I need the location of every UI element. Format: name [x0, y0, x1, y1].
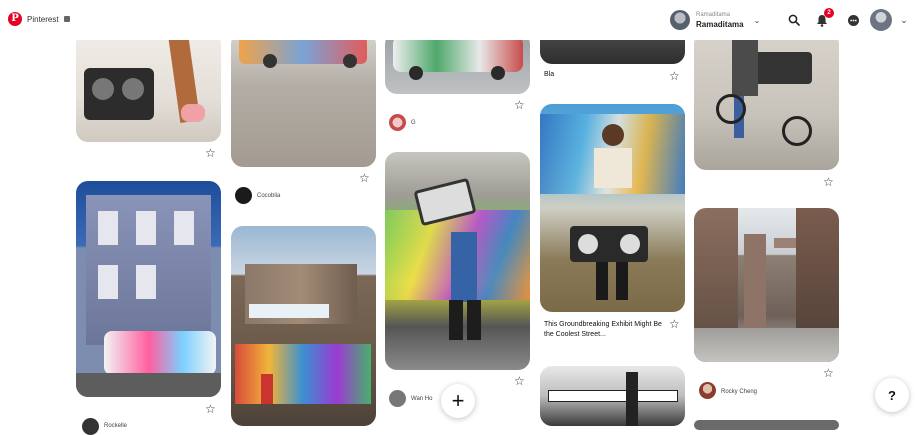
person-shape — [626, 372, 638, 426]
leg-shape — [467, 300, 481, 340]
person-shape — [732, 36, 758, 96]
pin-image-graffiti-van[interactable] — [385, 32, 530, 94]
window-shape — [136, 265, 156, 299]
pin-image-alley[interactable] — [694, 208, 839, 362]
save-pin-icon[interactable]: ☆ — [205, 147, 216, 159]
wheel-shape — [716, 94, 746, 124]
creator-avatar[interactable] — [699, 382, 716, 399]
pin-image-boombox-graffiti-wall[interactable] — [385, 152, 530, 370]
pin-title[interactable]: This Groundbreaking Exhibit Might Be the… — [544, 320, 664, 340]
leg-shape — [596, 262, 608, 300]
speaker-shape — [578, 234, 598, 254]
head-shape — [602, 124, 624, 146]
creator-name[interactable]: Wan Ho — [411, 396, 432, 402]
creator-name[interactable]: Rocky Cheng — [721, 389, 757, 395]
save-pin-icon[interactable]: ☆ — [205, 403, 216, 415]
sign-shape — [548, 390, 678, 402]
save-pin-icon[interactable]: ☆ — [669, 318, 680, 330]
building-shape — [744, 234, 766, 330]
wheel-shape — [782, 116, 812, 146]
street-shape — [694, 328, 839, 362]
pin-image-cutoff[interactable] — [694, 420, 839, 430]
sign-shape — [249, 304, 329, 318]
creator-avatar[interactable] — [389, 114, 406, 131]
avatar — [670, 10, 690, 30]
pinterest-logo-icon: P — [8, 12, 22, 26]
person-shape — [451, 232, 477, 302]
creator-name[interactable]: G — [411, 120, 416, 126]
save-pin-icon[interactable]: ☆ — [359, 172, 370, 184]
brand[interactable]: P Pinterest — [8, 12, 70, 26]
boombox-shape — [752, 52, 812, 84]
help-button[interactable]: ? — [875, 378, 909, 412]
add-pin-button[interactable]: + — [441, 384, 475, 418]
bridge-shape — [774, 238, 796, 248]
creator-name[interactable]: Rockelle — [104, 423, 127, 429]
pin-image-victorian-house-van[interactable] — [76, 181, 221, 397]
account-name: Ramaditama — [696, 20, 744, 29]
creator-avatar[interactable] — [235, 187, 252, 204]
creator-name[interactable]: Cocoblia — [257, 193, 280, 199]
save-pin-icon[interactable]: ☆ — [514, 99, 525, 111]
message-icon[interactable] — [845, 12, 861, 28]
creator-avatar[interactable] — [389, 390, 406, 407]
top-bar: P Pinterest Ramaditama Ramaditama ⌄ 2 ⌄ — [0, 0, 923, 40]
wheel-shape — [343, 54, 357, 68]
account-switcher[interactable]: Ramaditama Ramaditama ⌄ — [670, 8, 760, 32]
wheel-shape — [409, 66, 423, 80]
pin-image-graffiti-building[interactable] — [231, 226, 376, 426]
pin-image-boombox-legs[interactable] — [76, 32, 221, 142]
profile-avatar-icon[interactable] — [870, 9, 892, 31]
shirt-shape — [594, 148, 632, 188]
window-shape — [98, 211, 118, 245]
save-pin-icon[interactable]: ☆ — [669, 70, 680, 82]
person-shape — [261, 374, 273, 404]
account-label: Ramaditama — [696, 12, 731, 18]
save-pin-icon[interactable]: ☆ — [823, 367, 834, 379]
notification-badge: 2 — [824, 8, 834, 18]
graffiti-van-shape — [104, 331, 216, 375]
search-icon[interactable] — [786, 12, 802, 28]
wheel-shape — [263, 54, 277, 68]
pin-title[interactable]: Bla — [544, 70, 554, 80]
brand-badge-icon — [63, 16, 70, 22]
shoe-shape — [181, 104, 205, 122]
save-pin-icon[interactable]: ☆ — [514, 375, 525, 387]
pin-image-bike-boombox[interactable] — [694, 32, 839, 170]
chevron-down-icon[interactable]: ⌄ — [754, 16, 761, 25]
pin-image-van-wall[interactable] — [231, 32, 376, 167]
speaker-shape — [620, 234, 640, 254]
window-shape — [98, 265, 118, 299]
speaker-shape — [92, 78, 114, 100]
leg-shape — [616, 262, 628, 300]
window-shape — [136, 211, 156, 245]
brand-name: Pinterest — [27, 14, 59, 24]
graffiti-shape — [235, 344, 371, 404]
save-pin-icon[interactable]: ☆ — [823, 176, 834, 188]
creator-avatar[interactable] — [82, 418, 99, 435]
window-shape — [174, 211, 194, 245]
pin-image-kid-boombox[interactable] — [540, 104, 685, 312]
wheel-shape — [491, 66, 505, 80]
pin-image-bw-storefront[interactable] — [540, 366, 685, 426]
leg-shape — [449, 300, 463, 340]
speaker-shape — [122, 78, 144, 100]
street-shape — [76, 373, 221, 397]
chevron-down-icon[interactable]: ⌄ — [896, 12, 912, 28]
